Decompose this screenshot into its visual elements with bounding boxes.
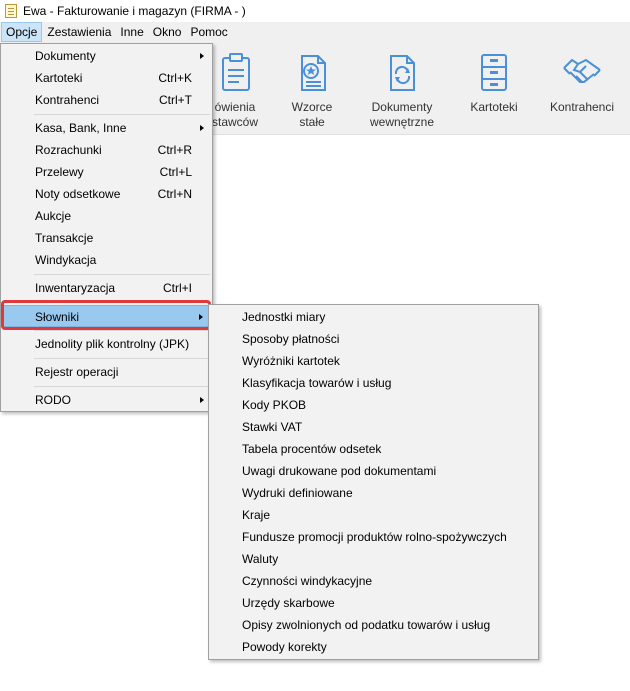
menu-item-label: Windykacja	[35, 253, 97, 267]
document-list-icon	[222, 53, 250, 91]
menu-separator	[34, 330, 210, 331]
toolbar-label-2: stałe	[299, 115, 325, 129]
menu-item-shortcut: Ctrl+R	[157, 143, 192, 157]
menu-item-label: Rejestr operacji	[35, 365, 119, 379]
menu-item-shortcut: Ctrl+L	[159, 165, 192, 179]
menu-item-label: Inwentaryzacja	[35, 281, 116, 295]
toolbar-button-kontrahenci[interactable]: Kontrahenci	[546, 52, 618, 115]
toolbar-label-1: Kontrahenci	[549, 100, 615, 114]
submenu-item[interactable]: Kraje	[242, 504, 270, 526]
submenu-item[interactable]: Wydruki definiowane	[242, 482, 353, 504]
menu-item-inwentaryzacja[interactable]: Inwentaryzacja Ctrl+I	[3, 277, 210, 299]
submenu-item[interactable]: Tabela procentów odsetek	[242, 438, 381, 460]
toolbar-label-1: Wzorce	[291, 100, 333, 114]
toolbar-button-kartoteki[interactable]: Kartoteki	[462, 52, 526, 115]
toolbar-label-2: wewnętrzne	[369, 115, 435, 129]
document-star-icon	[301, 55, 326, 91]
menu-item-rozrachunki[interactable]: Rozrachunki Ctrl+R	[3, 139, 210, 161]
menu-item-dokumenty[interactable]: Dokumenty	[3, 45, 210, 67]
menu-item-aukcje[interactable]: Aukcje	[3, 205, 210, 227]
submenu-item[interactable]: Powody korekty	[242, 636, 327, 658]
dictionaries-submenu: Jednostki miary Sposoby płatności Wyróżn…	[208, 304, 539, 660]
menu-zestawienia[interactable]: Zestawienia	[43, 22, 115, 42]
menu-item-label: Kartoteki	[35, 71, 83, 85]
menu-item-shortcut: Ctrl+T	[159, 93, 192, 107]
menu-item-label: Rozrachunki	[35, 143, 102, 157]
submenu-arrow-icon	[200, 125, 204, 131]
submenu-item[interactable]: Waluty	[242, 548, 278, 570]
menu-item-jpk[interactable]: Jednolity plik kontrolny (JPK)	[3, 333, 210, 355]
handshake-icon	[563, 58, 601, 83]
menu-item-shortcut: Ctrl+K	[158, 71, 192, 85]
window-title: Ewa - Fakturowanie i magazyn (FIRMA - )	[23, 4, 246, 18]
toolbar-label-1: Dokumenty	[371, 100, 433, 114]
menu-separator	[34, 274, 210, 275]
menu-item-przelewy[interactable]: Przelewy Ctrl+L	[3, 161, 210, 183]
menu-item-windykacja[interactable]: Windykacja	[3, 249, 210, 271]
options-menu: Dokumenty Kartoteki Ctrl+K Kontrahenci C…	[0, 43, 213, 412]
submenu-item[interactable]: Uwagi drukowane pod dokumentami	[242, 460, 436, 482]
menu-item-label: RODO	[35, 393, 71, 407]
menu-item-kontrahenci[interactable]: Kontrahenci Ctrl+T	[3, 89, 210, 111]
menu-pomoc[interactable]: Pomoc	[186, 22, 231, 42]
toolbar-button-wzorce[interactable]: Wzorce stałe	[280, 52, 344, 130]
submenu-item[interactable]: Jednostki miary	[242, 306, 325, 328]
menu-opcje[interactable]: Opcje	[1, 22, 43, 42]
app-icon	[5, 4, 17, 18]
menu-item-label: Kasa, Bank, Inne	[35, 121, 127, 135]
menu-inne[interactable]: Inne	[116, 22, 147, 42]
document-refresh-icon	[390, 55, 415, 91]
submenu-item[interactable]: Klasyfikacja towarów i usług	[242, 372, 391, 394]
menu-item-rejestr-operacji[interactable]: Rejestr operacji	[3, 361, 210, 383]
toolbar-label-1: Kartoteki	[470, 100, 518, 114]
menu-item-noty-odsetkowe[interactable]: Noty odsetkowe Ctrl+N	[3, 183, 210, 205]
menu-item-label: Przelewy	[35, 165, 84, 179]
submenu-item[interactable]: Czynności windykacyjne	[242, 570, 372, 592]
toolbar-button-dokumenty-wewnetrzne[interactable]: Dokumenty wewnętrzne	[362, 52, 442, 130]
submenu-arrow-icon	[200, 53, 204, 59]
submenu-item[interactable]: Sposoby płatności	[242, 328, 339, 350]
menu-item-kartoteki[interactable]: Kartoteki Ctrl+K	[3, 67, 210, 89]
submenu-item[interactable]: Urzędy skarbowe	[242, 592, 335, 614]
menu-item-label: Kontrahenci	[35, 93, 100, 107]
submenu-item[interactable]: Fundusze promocji produktów rolno-spożyw…	[242, 526, 507, 548]
submenu-item[interactable]: Wyróżniki kartotek	[242, 350, 340, 372]
menu-item-kasa-bank-inne[interactable]: Kasa, Bank, Inne	[3, 117, 210, 139]
menu-item-label: Noty odsetkowe	[35, 187, 121, 201]
highlight-callout	[1, 300, 211, 330]
submenu-item[interactable]: Kody PKOB	[242, 394, 306, 416]
submenu-item[interactable]: Opisy zwolnionych od podatku towarów i u…	[242, 614, 490, 636]
menu-item-rodo[interactable]: RODO	[3, 389, 210, 411]
menu-item-shortcut: Ctrl+N	[157, 187, 192, 201]
menu-item-label: Jednolity plik kontrolny (JPK)	[35, 337, 190, 351]
cabinet-icon	[481, 54, 507, 91]
menu-separator	[34, 114, 210, 115]
menu-item-transakcje[interactable]: Transakcje	[3, 227, 210, 249]
title-bar: Ewa - Fakturowanie i magazyn (FIRMA - )	[0, 0, 630, 22]
submenu-arrow-icon	[200, 397, 204, 403]
menu-okno[interactable]: Okno	[149, 22, 186, 42]
menu-item-label: Transakcje	[35, 231, 94, 245]
submenu-item[interactable]: Stawki VAT	[242, 416, 302, 438]
menu-item-label: Dokumenty	[35, 49, 96, 63]
menu-item-shortcut: Ctrl+I	[162, 281, 192, 295]
menu-separator	[34, 386, 210, 387]
menu-item-label: Aukcje	[35, 209, 72, 223]
menu-bar: Opcje Zestawienia Inne Okno Pomoc	[0, 22, 630, 42]
menu-separator	[34, 358, 210, 359]
